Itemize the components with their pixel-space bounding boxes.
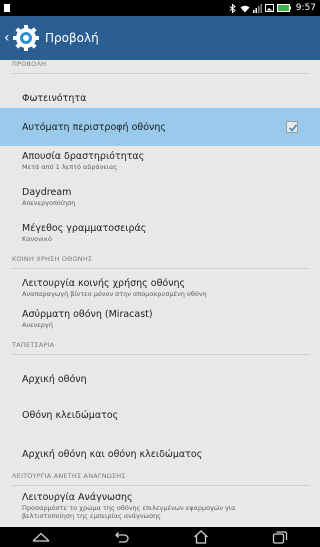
up-navigation-icon[interactable]: ‹ <box>4 31 12 45</box>
setting-wireless-display[interactable]: Ασύρματη οθόνη (Miracast) Ανενεργή <box>0 308 320 338</box>
page-title: Προβολή <box>45 31 99 45</box>
gallery-icon <box>264 4 274 12</box>
setting-subtitle: Ανενεργή <box>22 321 53 329</box>
setting-title: Μέγεθος γραμματοσειράς <box>22 223 147 234</box>
setting-title: Ασύρματη οθόνη (Miracast) <box>22 309 153 320</box>
clock: 9:57 <box>295 3 316 13</box>
action-bar: ‹ Προβολή <box>0 16 320 60</box>
section-header-wallpaper: ΤΑΠΕΤΣΑΡΙΑ <box>12 341 310 355</box>
back-icon[interactable] <box>113 531 129 543</box>
setting-home-screen[interactable]: Αρχική οθόνη <box>0 360 320 398</box>
setting-subtitle: Μετά από 1 λεπτό αδράνειας <box>22 163 118 171</box>
setting-title: Λειτουργία κοινής χρήσης οθόνης <box>22 278 186 289</box>
setting-home-and-lock-screen[interactable]: Αρχική οθόνη και οθόνη κλειδώματος <box>0 435 320 473</box>
setting-title: Daydream <box>22 187 72 198</box>
setting-title: Αρχική οθόνη και οθόνη κλειδώματος <box>22 448 203 460</box>
setting-daydream[interactable]: Daydream Απενεργοποίηση <box>0 186 320 216</box>
status-bar: 9:57 <box>0 0 320 16</box>
setting-title: Λειτουργία Ανάγνωσης <box>22 492 133 503</box>
section-header-screen-share: ΚΟΙΝΗ ΧΡΗΣΗ ΟΘΟΝΗΣ <box>12 255 310 269</box>
bluetooth-icon <box>229 3 236 13</box>
gear-icon[interactable] <box>13 25 39 51</box>
setting-subtitle: Κανονικό <box>22 235 52 243</box>
setting-screen-share[interactable]: Λειτουργία κοινής χρήσης οθόνης Αναπαραγ… <box>0 277 320 307</box>
setting-title: Αρχική οθόνη <box>22 373 87 385</box>
battery-icon <box>276 4 291 12</box>
setting-subtitle: Απενεργοποίηση <box>22 199 76 207</box>
setting-lock-screen[interactable]: Οθόνη κλειδώματος <box>0 396 320 434</box>
auto-rotate-checkbox[interactable] <box>286 121 298 133</box>
setting-auto-rotate[interactable]: Αυτόματη περιστροφή οθόνης <box>0 108 320 146</box>
setting-title: Απουσία δραστηριότητας <box>22 151 145 162</box>
setting-font-size[interactable]: Μέγεθος γραμματοσειράς Κανονικό <box>0 222 320 252</box>
checkmark-icon <box>288 124 298 132</box>
navigation-bar <box>0 527 320 547</box>
setting-title: Φωτεινότητα <box>22 92 87 104</box>
setting-title: Οθόνη κλειδώματος <box>22 409 119 421</box>
section-header-display: ΠΡΟΒΟΛΗ <box>12 60 310 74</box>
signal-icon <box>252 3 262 13</box>
setting-subtitle: Προσαρμόστε το χρώμα της οθόνης επιλεγμέ… <box>22 504 236 520</box>
setting-reading-mode[interactable]: Λειτουργία Ανάγνωσης Προσαρμόστε το χρώμ… <box>0 491 320 527</box>
notification-icon <box>4 4 10 12</box>
setting-title: Αυτόματη περιστροφή οθόνης <box>22 121 166 133</box>
section-header-reading: ΛΕΙΤΟΥΡΓΙΑ ΑΝΕΤΗΣ ΑΝΑΓΝΩΣΗΣ <box>12 472 310 486</box>
settings-list[interactable]: ΠΡΟΒΟΛΗ Φωτεινότητα Αυτόματη περιστροφή … <box>0 60 320 527</box>
collapse-icon[interactable] <box>32 532 50 542</box>
setting-sleep[interactable]: Απουσία δραστηριότητας Μετά από 1 λεπτό … <box>0 150 320 180</box>
home-icon[interactable] <box>193 530 209 544</box>
setting-subtitle: Αναπαραγωγή βίντεο μόνον στην απομακρυσμ… <box>22 290 207 298</box>
recent-apps-icon[interactable] <box>272 530 288 544</box>
wifi-icon <box>240 5 250 12</box>
